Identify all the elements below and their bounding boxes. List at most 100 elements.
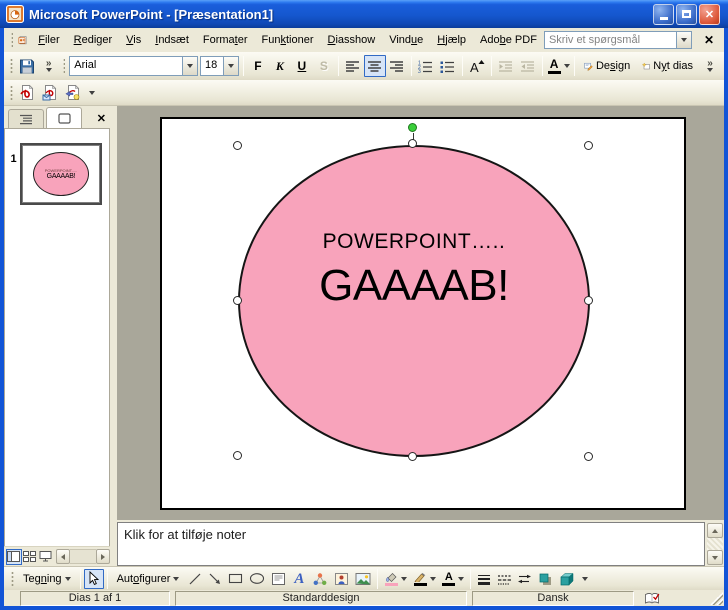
menu-rediger[interactable]: Rediger xyxy=(67,30,120,50)
toolbar-overflow-button[interactable]: » xyxy=(38,55,60,77)
text-box-button[interactable] xyxy=(268,569,289,589)
spellcheck-book-icon[interactable] xyxy=(644,592,660,605)
convert-to-pdf-button[interactable] xyxy=(16,82,39,104)
rotation-handle[interactable] xyxy=(408,123,417,132)
scroll-down-button[interactable] xyxy=(707,550,723,565)
menu-vindue[interactable]: Vindue xyxy=(382,30,430,50)
menu-indsaet[interactable]: Indsæt xyxy=(148,30,196,50)
menu-filer[interactable]: Filer xyxy=(31,30,66,50)
save-button[interactable] xyxy=(16,55,38,77)
chevron-down-icon xyxy=(582,577,588,581)
toolbar-overflow-button[interactable]: » xyxy=(699,55,721,77)
menu-diasshow[interactable]: Diasshow xyxy=(321,30,383,50)
panel-splitter[interactable] xyxy=(110,106,117,566)
arrow-tool-button[interactable] xyxy=(205,569,225,589)
line-color-button[interactable] xyxy=(410,569,439,589)
convert-to-pdf-review-button[interactable] xyxy=(62,82,85,104)
bold-button[interactable]: F xyxy=(247,55,269,77)
ask-question-input[interactable] xyxy=(544,31,677,49)
fill-color-button[interactable] xyxy=(381,569,410,589)
resize-handle-se[interactable] xyxy=(584,452,593,461)
drawing-font-color-button[interactable]: A xyxy=(439,569,467,589)
hscroll-right-button[interactable] xyxy=(96,549,110,564)
slide-thumbnail[interactable]: POWERPOINT..... GAAAAB! xyxy=(22,145,100,203)
shadow-button[interactable]: S xyxy=(313,55,335,77)
tab-outline[interactable] xyxy=(8,109,44,128)
decrease-indent-button[interactable] xyxy=(495,55,517,77)
font-name-combo[interactable]: Arial xyxy=(69,56,198,76)
status-slide-info: Dias 1 af 1 xyxy=(20,591,170,606)
hscroll-track[interactable] xyxy=(70,549,96,564)
line-style-button[interactable] xyxy=(474,569,494,589)
hscroll-left-button[interactable] xyxy=(56,549,70,564)
convert-to-pdf-email-button[interactable] xyxy=(39,82,62,104)
resize-handle-ne[interactable] xyxy=(584,141,593,150)
align-left-button[interactable] xyxy=(342,55,364,77)
resize-handle-sw[interactable] xyxy=(233,451,242,460)
bulleted-list-button[interactable] xyxy=(437,55,459,77)
ask-question-dropdown[interactable] xyxy=(677,31,692,49)
font-size-combo[interactable]: 18 xyxy=(200,56,239,76)
toolbar-grip[interactable] xyxy=(11,32,13,48)
align-center-button[interactable] xyxy=(364,55,386,77)
toolbar-grip[interactable] xyxy=(10,58,13,74)
increase-indent-button[interactable] xyxy=(517,55,539,77)
font-name-dropdown[interactable] xyxy=(182,57,197,75)
resize-handle-w[interactable] xyxy=(233,296,242,305)
menu-vis[interactable]: Vis xyxy=(119,30,148,50)
maximize-button[interactable] xyxy=(676,4,697,25)
notes-pane[interactable]: Klik for at tilføje noter xyxy=(117,522,705,566)
presentation-document-icon[interactable] xyxy=(18,32,28,49)
menu-formater[interactable]: Formater xyxy=(196,30,255,50)
resize-handle-n[interactable] xyxy=(408,139,417,148)
minimize-button[interactable] xyxy=(653,4,674,25)
clip-art-button[interactable] xyxy=(331,569,352,589)
arrow-right-icon xyxy=(101,554,105,560)
insert-picture-button[interactable] xyxy=(352,569,374,589)
resize-grip[interactable] xyxy=(710,592,723,605)
numbered-list-button[interactable]: 123 xyxy=(415,55,437,77)
autofigurer-menu-button[interactable]: Autofigurer xyxy=(111,569,186,589)
scroll-up-button[interactable] xyxy=(707,523,723,538)
slide-sorter-view-button[interactable] xyxy=(22,549,38,565)
drawbar-options-button[interactable] xyxy=(578,569,592,589)
font-size-dropdown[interactable] xyxy=(223,57,238,75)
diagram-button[interactable] xyxy=(309,569,331,589)
resize-handle-e[interactable] xyxy=(584,296,593,305)
toolbar-grip[interactable] xyxy=(10,85,13,101)
menu-hjaelp[interactable]: Hjælp xyxy=(430,30,473,50)
menu-funktioner[interactable]: Funktioner xyxy=(255,30,321,50)
scroll-track[interactable] xyxy=(707,538,723,550)
close-button[interactable]: ✕ xyxy=(699,4,720,25)
design-button[interactable]: Design xyxy=(578,55,636,77)
toolbar-grip[interactable] xyxy=(63,58,66,74)
normal-view-button[interactable] xyxy=(6,549,22,565)
wordart-button[interactable]: A xyxy=(289,569,309,589)
increase-font-size-button[interactable]: A xyxy=(466,55,488,77)
document-close-button[interactable]: ✕ xyxy=(698,31,720,49)
resize-handle-s[interactable] xyxy=(408,452,417,461)
toolbar-grip[interactable] xyxy=(11,571,14,587)
italic-button[interactable]: K xyxy=(269,55,291,77)
slideshow-view-button[interactable] xyxy=(38,549,54,565)
menu-adobe-pdf[interactable]: Adobe PDF xyxy=(473,30,544,50)
dash-style-button[interactable] xyxy=(494,569,514,589)
new-slide-button[interactable]: Nyt dias xyxy=(636,55,699,77)
tab-slides[interactable] xyxy=(46,107,82,128)
align-right-button[interactable] xyxy=(386,55,408,77)
panel-close-button[interactable]: ✕ xyxy=(97,112,106,125)
oval-tool-button[interactable] xyxy=(246,569,268,589)
tegning-menu-button[interactable]: Tegning xyxy=(17,569,77,589)
arrow-style-button[interactable] xyxy=(514,569,535,589)
font-color-button[interactable]: A xyxy=(546,55,571,77)
slide-text[interactable]: POWERPOINT….. GAAAAB! xyxy=(214,230,614,310)
line-tool-button[interactable] xyxy=(185,569,205,589)
rectangle-tool-button[interactable] xyxy=(225,569,246,589)
shadow-style-button[interactable] xyxy=(535,569,556,589)
select-objects-button[interactable] xyxy=(84,569,104,589)
pdf-toolbar-options-button[interactable] xyxy=(85,82,99,104)
underline-button[interactable]: U xyxy=(291,55,313,77)
bulleted-list-icon xyxy=(440,60,455,73)
resize-handle-nw[interactable] xyxy=(233,141,242,150)
three-d-style-button[interactable] xyxy=(556,569,578,589)
